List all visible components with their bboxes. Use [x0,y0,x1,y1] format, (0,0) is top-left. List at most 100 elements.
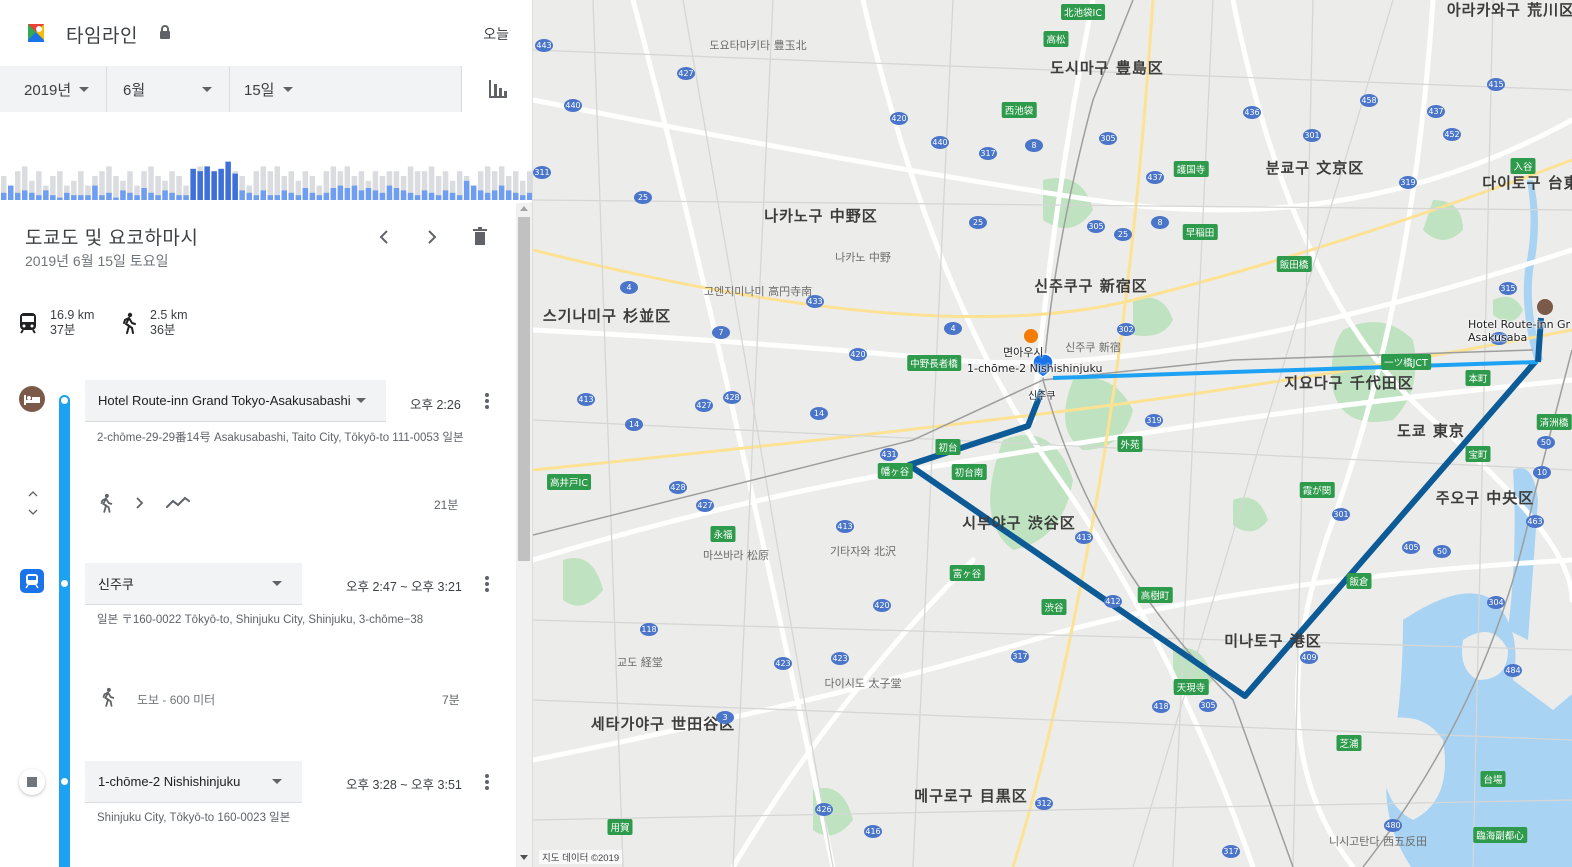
histogram-bar[interactable] [141,188,147,200]
histogram-bar[interactable] [527,192,533,200]
histogram-bar[interactable] [351,185,358,200]
histogram-bar[interactable] [169,192,175,200]
histogram-bar[interactable] [386,185,393,200]
day-dropdown[interactable]: 15일 [229,66,461,112]
histogram-bar[interactable] [484,192,491,200]
histogram-bar[interactable] [337,185,344,200]
hotel-pin-label[interactable]: Hotel Route-inn Gr Asakusaba [1468,318,1572,344]
histogram-bar[interactable] [134,195,140,200]
histogram-bar[interactable] [211,171,217,200]
histogram-bar[interactable] [456,195,463,200]
stats-button[interactable] [461,66,532,112]
histogram-bar[interactable] [92,185,98,200]
histogram-bar[interactable] [99,195,105,200]
histogram-bar[interactable] [274,195,281,200]
place-card-station[interactable]: 신주쿠 [85,563,302,605]
histogram-bar[interactable] [295,195,302,200]
histogram-bar[interactable] [393,188,400,200]
histogram-bar[interactable] [127,192,133,200]
histogram-bar[interactable] [477,190,484,200]
map-view[interactable]: 도시마구 豊島区 나카노구 中野区 신주쿠구 新宿区 스기나미구 杉並区 지요다… [533,0,1572,867]
more-vert-icon[interactable] [483,774,491,792]
histogram-bar[interactable] [428,192,435,200]
activity-segment[interactable] [98,493,190,513]
histogram-bar[interactable] [155,195,161,200]
histogram-bar[interactable] [358,190,365,200]
histogram-bar[interactable] [225,161,231,200]
histogram-bar[interactable] [513,192,519,200]
chevron-right-icon[interactable] [420,225,444,249]
histogram-bar[interactable] [176,195,182,200]
histogram-bar[interactable] [344,188,351,200]
today-button[interactable]: 오늘 [483,24,509,44]
histogram-bar[interactable] [442,190,449,200]
histogram-bar[interactable] [113,197,119,200]
chevron-left-icon[interactable] [372,225,396,249]
histogram-bar[interactable] [183,195,189,200]
histogram-bar[interactable] [36,195,42,200]
histogram-bar[interactable] [435,195,442,200]
histogram-bar[interactable] [197,171,203,200]
histogram-bar-bg[interactable] [113,176,119,200]
histogram-bar[interactable] [379,192,386,200]
histogram-bar[interactable] [71,195,77,200]
histogram-bar[interactable] [64,192,70,200]
histogram-bar[interactable] [421,190,428,200]
histogram-bar[interactable] [22,190,28,200]
histogram-bar[interactable] [190,168,196,200]
histogram-bar-bg[interactable] [274,166,281,200]
pin-label[interactable]: 1-chōme-2 Nishishinjuku [967,362,1102,375]
food-pin-label[interactable]: 면아우시 [1003,344,1043,360]
histogram-bar[interactable] [85,195,91,200]
histogram-bar[interactable] [491,190,498,200]
more-vert-icon[interactable] [483,576,491,594]
year-dropdown[interactable]: 2019년 [24,66,104,112]
histogram-bar[interactable] [365,188,372,200]
histogram-bar[interactable] [323,192,330,200]
histogram-bar[interactable] [267,195,274,200]
histogram-bar[interactable] [470,185,477,200]
histogram-bar[interactable] [232,173,238,200]
histogram-bar[interactable] [463,180,470,200]
histogram-bar[interactable] [253,195,260,200]
trash-icon[interactable] [468,225,492,249]
histogram-bar[interactable] [505,190,512,200]
histogram-bar[interactable] [520,195,526,200]
histogram-bar[interactable] [309,192,316,200]
histogram-bar[interactable] [106,192,112,200]
station-pin-label[interactable]: 신주쿠 [1028,387,1056,402]
scroll-up-arrow[interactable] [520,206,528,211]
histogram-bar[interactable] [43,190,49,200]
histogram-bar[interactable] [8,185,14,200]
expand-icon[interactable] [28,490,38,516]
histogram-bar[interactable] [218,168,224,200]
histogram-bar[interactable] [120,190,126,200]
histogram-bar[interactable] [1,192,7,200]
place-card-nishishinjuku[interactable]: 1-chōme-2 Nishishinjuku [85,761,302,803]
histogram-bar[interactable] [50,195,56,200]
activity-label[interactable]: 도보 - 600 미터 [137,691,215,708]
histogram-bar[interactable] [330,188,337,200]
histogram-bar[interactable] [246,192,253,200]
histogram-bar[interactable] [498,185,505,200]
histogram-bar[interactable] [400,190,407,200]
place-card-hotel[interactable]: Hotel Route-inn Grand Tokyo-Asakusabashi [85,380,386,422]
histogram-bar[interactable] [407,192,414,200]
activity-histogram[interactable] [0,112,533,202]
histogram-bar[interactable] [57,197,63,200]
histogram-bar[interactable] [316,195,323,200]
more-vert-icon[interactable] [483,393,491,411]
histogram-bar[interactable] [148,192,154,200]
histogram-bar[interactable] [15,192,21,200]
histogram-bar[interactable] [260,190,267,200]
histogram-bar[interactable] [372,190,379,200]
histogram-bar[interactable] [29,192,35,200]
histogram-bar[interactable] [302,188,309,200]
histogram-bar[interactable] [449,192,456,200]
month-dropdown[interactable]: 6월 [106,66,228,112]
histogram-bar[interactable] [204,166,210,200]
histogram-bar[interactable] [414,195,421,200]
histogram-bar[interactable] [288,192,295,200]
histogram-bar-bg[interactable] [57,171,63,200]
scrollbar-thumb[interactable] [518,217,530,561]
